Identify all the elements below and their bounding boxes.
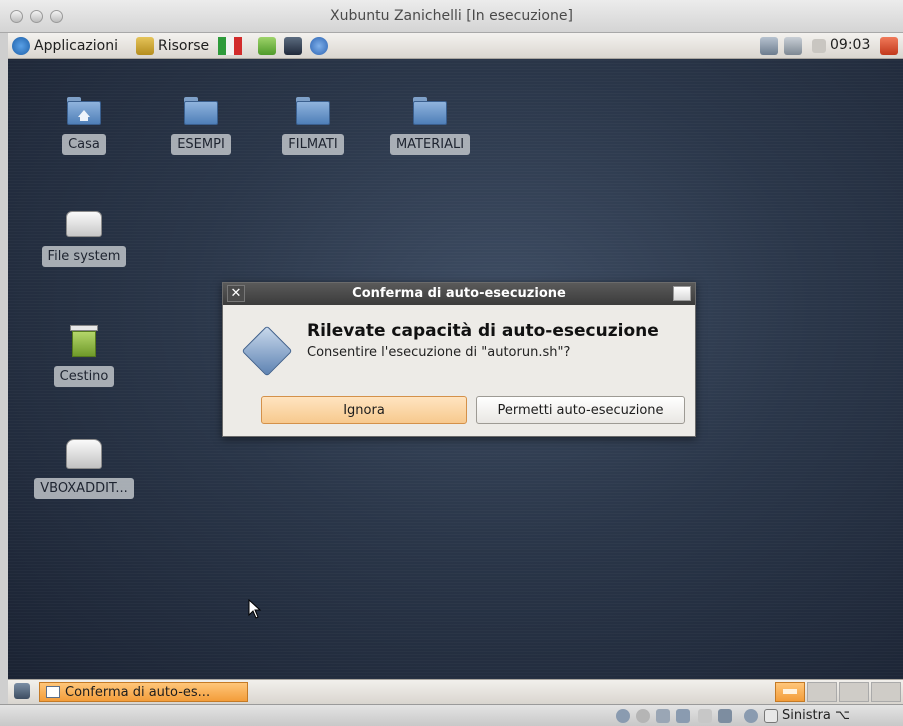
- cd-status-icon[interactable]: [636, 709, 650, 723]
- shared-folders-icon[interactable]: [718, 709, 732, 723]
- workspace-4[interactable]: [871, 682, 901, 702]
- italian-flag-launcher[interactable]: [218, 37, 242, 55]
- hard-drive-icon: [66, 211, 102, 237]
- desktop-icon-label: Casa: [62, 134, 106, 155]
- desktop-icon-cestino[interactable]: Cestino: [44, 325, 124, 387]
- resources-menu[interactable]: Risorse: [136, 37, 209, 55]
- taskbar-item[interactable]: Conferma di auto-es...: [39, 682, 248, 702]
- dialog-titlebar: ✕ Conferma di auto-esecuzione: [223, 283, 695, 305]
- ignore-button[interactable]: Ignora: [261, 396, 467, 424]
- workspace-1[interactable]: [775, 682, 805, 702]
- workspace-3[interactable]: [839, 682, 869, 702]
- folder-icon: [413, 97, 447, 125]
- applications-label: Applicazioni: [34, 38, 118, 54]
- taskbar-item-label: Conferma di auto-es...: [65, 684, 211, 700]
- desktop-icon-materiali[interactable]: MATERIALI: [380, 97, 480, 155]
- desktop-icon-label: FILMATI: [282, 134, 344, 155]
- host-key-label: Sinistra ⌥: [782, 708, 851, 723]
- resources-icon: [136, 37, 154, 55]
- show-desktop-icon[interactable]: [14, 683, 30, 699]
- autorun-icon: [241, 325, 293, 377]
- folder-icon: [296, 97, 330, 125]
- panel-clock[interactable]: 09:03: [830, 37, 870, 53]
- window-icon: [46, 686, 60, 698]
- volume-icon[interactable]: [812, 39, 826, 53]
- dialog-message: Consentire l'esecuzione di "autorun.sh"?: [307, 345, 571, 360]
- applications-menu[interactable]: Applicazioni: [12, 37, 118, 55]
- desktop-icon-esempi[interactable]: ESEMPI: [166, 97, 236, 155]
- desktop-icon-label: VBOXADDIT...: [34, 478, 134, 499]
- harddisk-status-icon[interactable]: [616, 709, 630, 723]
- dialog-maximize-button[interactable]: [673, 286, 691, 301]
- usb-status-icon[interactable]: [698, 709, 712, 723]
- pencil-status-icon[interactable]: [656, 709, 670, 723]
- desktop-icon-label: Cestino: [53, 366, 115, 387]
- connection-icon[interactable]: [784, 37, 802, 55]
- film-launcher-icon[interactable]: [284, 37, 302, 55]
- vm-status-bar: Sinistra ⌥: [0, 704, 903, 726]
- window-title: Xubuntu Zanichelli [In esecuzione]: [330, 8, 573, 24]
- cdrom-icon: [66, 439, 102, 469]
- allow-autorun-button[interactable]: Permetti auto-esecuzione: [476, 396, 685, 424]
- vm-window-titlebar: Xubuntu Zanichelli [In esecuzione]: [0, 0, 903, 33]
- trash-icon: [70, 325, 98, 357]
- autorun-dialog: ✕ Conferma di auto-esecuzione Rilevate c…: [222, 282, 696, 437]
- desktop-icon-file-system[interactable]: File system: [32, 211, 136, 267]
- folder-icon: [184, 97, 218, 125]
- logout-icon[interactable]: [880, 37, 898, 55]
- xfce-logo-icon: [12, 37, 30, 55]
- dialog-title: Conferma di auto-esecuzione: [352, 286, 566, 301]
- workspace-2[interactable]: [807, 682, 837, 702]
- capture-status-icon[interactable]: [744, 709, 758, 723]
- mouse-integration-icon[interactable]: [764, 709, 778, 723]
- mouse-pointer-icon: [248, 599, 262, 619]
- resources-label: Risorse: [158, 38, 210, 54]
- network-manager-icon[interactable]: [760, 37, 778, 55]
- help-icon[interactable]: [310, 37, 328, 55]
- desktop-icon-label: MATERIALI: [389, 134, 471, 155]
- desktop-icon-vboxadditions[interactable]: VBOXADDIT...: [28, 439, 140, 499]
- network-status-icon[interactable]: [676, 709, 690, 723]
- desktop-icon-filmati[interactable]: FILMATI: [278, 97, 348, 155]
- desktop-icon-casa[interactable]: Casa: [54, 97, 114, 155]
- dialog-heading: Rilevate capacità di auto-esecuzione: [307, 321, 659, 341]
- top-panel: Applicazioni Risorse 09:03: [8, 33, 903, 59]
- home-folder-icon: [67, 97, 101, 125]
- leaf-launcher-icon[interactable]: [258, 37, 276, 55]
- desktop-icon-label: ESEMPI: [171, 134, 231, 155]
- bottom-panel: Conferma di auto-es...: [8, 679, 903, 704]
- desktop-icon-label: File system: [41, 246, 127, 267]
